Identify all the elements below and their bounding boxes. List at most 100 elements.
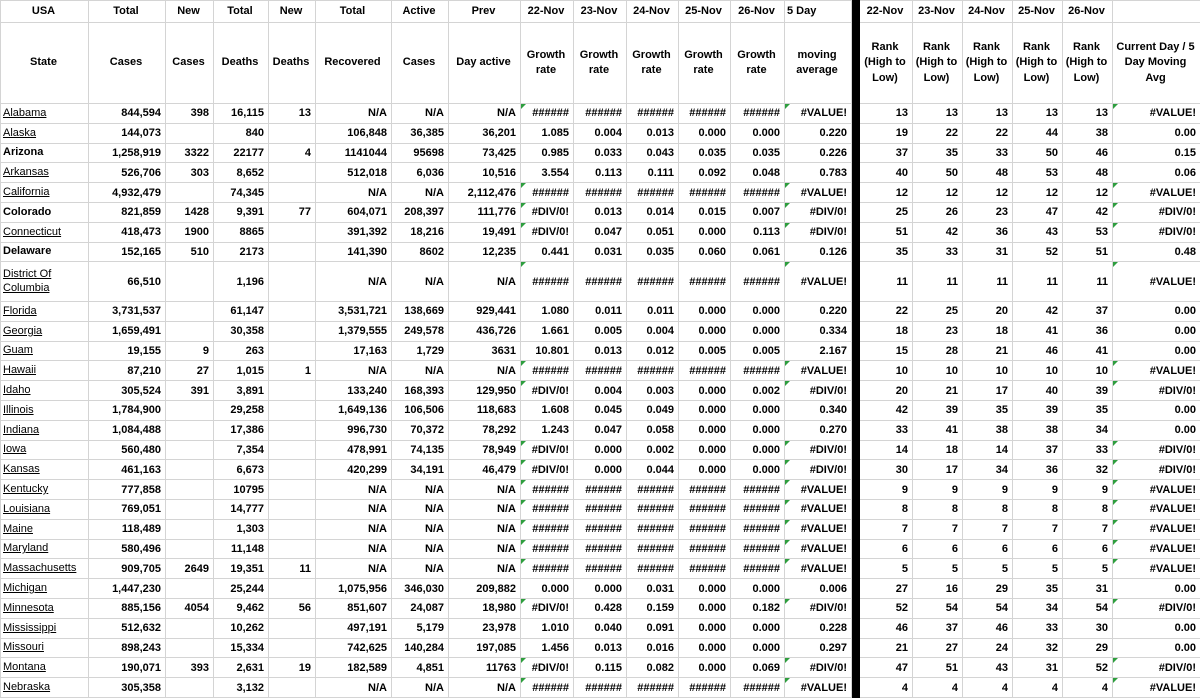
cell[interactable]: 0.00 [1112, 399, 1200, 421]
cell[interactable]: 40 [1012, 380, 1063, 401]
cell[interactable]: ###### [730, 538, 785, 560]
cell[interactable]: 0.000 [573, 459, 627, 481]
cell[interactable]: ###### [573, 558, 627, 580]
cell[interactable]: ###### [520, 538, 574, 560]
cell[interactable]: 36,201 [448, 122, 521, 144]
cell[interactable]: ###### [626, 360, 679, 382]
cell[interactable]: 0.000 [678, 578, 731, 599]
cell[interactable]: 70,372 [391, 419, 449, 441]
header-cell[interactable]: Rank (High to Low) [962, 22, 1013, 104]
cell[interactable]: 168,393 [391, 380, 449, 401]
cell[interactable]: 4 [962, 677, 1013, 698]
cell[interactable]: 14 [962, 439, 1013, 461]
cell[interactable]: 38 [962, 419, 1013, 441]
cell[interactable]: 0.000 [678, 380, 731, 401]
cell[interactable]: #VALUE! [784, 261, 852, 302]
cell[interactable]: #DIV/0! [784, 201, 852, 223]
cell[interactable]: #DIV/0! [520, 221, 574, 243]
cell[interactable]: 42 [912, 221, 963, 243]
header-cell[interactable] [1112, 0, 1200, 23]
cell[interactable]: 0.334 [784, 320, 852, 342]
cell[interactable]: 5 [912, 558, 963, 580]
cell[interactable]: 8 [912, 498, 963, 520]
cell[interactable]: 13 [962, 103, 1013, 124]
cell[interactable]: 0.006 [784, 578, 852, 599]
cell[interactable]: 129,950 [448, 380, 521, 401]
cell[interactable]: ###### [678, 677, 731, 698]
cell[interactable]: N/A [391, 479, 449, 500]
cell[interactable]: 3,891 [213, 380, 269, 401]
state-cell[interactable]: Delaware [0, 241, 89, 263]
cell[interactable]: 305,358 [88, 677, 166, 698]
header-cell[interactable]: Deaths [268, 22, 316, 104]
cell[interactable]: 7 [859, 518, 913, 540]
header-cell[interactable]: Total [88, 0, 166, 23]
cell[interactable]: ###### [573, 103, 627, 124]
cell[interactable]: ###### [626, 498, 679, 520]
cell[interactable]: 4054 [165, 597, 214, 619]
state-cell[interactable]: Kentucky [0, 479, 89, 500]
cell[interactable]: #VALUE! [784, 538, 852, 560]
cell[interactable]: 33 [859, 419, 913, 441]
cell[interactable]: 25 [912, 300, 963, 322]
cell[interactable]: 0.00 [1112, 320, 1200, 342]
cell[interactable]: N/A [315, 261, 392, 302]
cell[interactable]: 1,258,919 [88, 142, 166, 164]
cell[interactable]: 1,379,555 [315, 320, 392, 342]
cell[interactable]: 0.033 [573, 142, 627, 164]
cell[interactable]: #VALUE! [784, 558, 852, 580]
header-cell[interactable]: moving average [784, 22, 852, 104]
cell[interactable]: ###### [730, 498, 785, 520]
cell[interactable]: 742,625 [315, 637, 392, 659]
cell[interactable]: 25,244 [213, 578, 269, 599]
cell[interactable]: 133,240 [315, 380, 392, 401]
cell[interactable]: 0.048 [730, 162, 785, 184]
cell[interactable]: 844,594 [88, 103, 166, 124]
cell[interactable]: 77 [268, 201, 316, 223]
state-cell[interactable]: California [0, 182, 89, 203]
cell[interactable]: 4 [1012, 677, 1063, 698]
cell[interactable]: 7 [912, 518, 963, 540]
cell[interactable]: 0.004 [573, 380, 627, 401]
cell[interactable]: 4 [912, 677, 963, 698]
cell[interactable]: 36,385 [391, 122, 449, 144]
cell[interactable]: 851,607 [315, 597, 392, 619]
cell[interactable]: 5 [1062, 558, 1113, 580]
cell[interactable]: 393 [165, 657, 214, 679]
cell[interactable]: 3,531,721 [315, 300, 392, 322]
cell[interactable]: 22 [912, 122, 963, 144]
cell[interactable]: 0.004 [626, 320, 679, 342]
cell[interactable] [165, 578, 214, 599]
cell[interactable]: 0.226 [784, 142, 852, 164]
cell[interactable]: 1,649,136 [315, 399, 392, 421]
cell[interactable]: 17,386 [213, 419, 269, 441]
cell[interactable]: 29,258 [213, 399, 269, 421]
cell[interactable]: 0.031 [626, 578, 679, 599]
cell[interactable]: ###### [626, 103, 679, 124]
cell[interactable] [165, 498, 214, 520]
cell[interactable]: 78,949 [448, 439, 521, 461]
cell[interactable]: 1.080 [520, 300, 574, 322]
cell[interactable]: 0.48 [1112, 241, 1200, 263]
cell[interactable]: 1141044 [315, 142, 392, 164]
state-cell[interactable]: Guam [0, 340, 89, 362]
cell[interactable]: 0.061 [730, 241, 785, 263]
header-cell[interactable]: New [268, 0, 316, 23]
cell[interactable] [268, 677, 316, 698]
header-cell[interactable]: 23-Nov [912, 0, 963, 23]
state-cell[interactable]: Iowa [0, 439, 89, 461]
cell[interactable]: 2,631 [213, 657, 269, 679]
cell[interactable] [165, 300, 214, 322]
cell[interactable]: ###### [730, 479, 785, 500]
cell[interactable]: 1,075,956 [315, 578, 392, 599]
state-cell[interactable]: Mississippi [0, 617, 89, 639]
cell[interactable]: 9 [165, 340, 214, 362]
cell[interactable]: 0.002 [730, 380, 785, 401]
state-cell[interactable]: Maine [0, 518, 89, 540]
cell[interactable]: 0.000 [678, 399, 731, 421]
cell[interactable]: 8 [1062, 498, 1113, 520]
state-cell[interactable]: Colorado [0, 201, 89, 223]
cell[interactable]: ###### [573, 538, 627, 560]
cell[interactable]: 9 [1062, 479, 1113, 500]
header-cell[interactable]: New [165, 0, 214, 23]
